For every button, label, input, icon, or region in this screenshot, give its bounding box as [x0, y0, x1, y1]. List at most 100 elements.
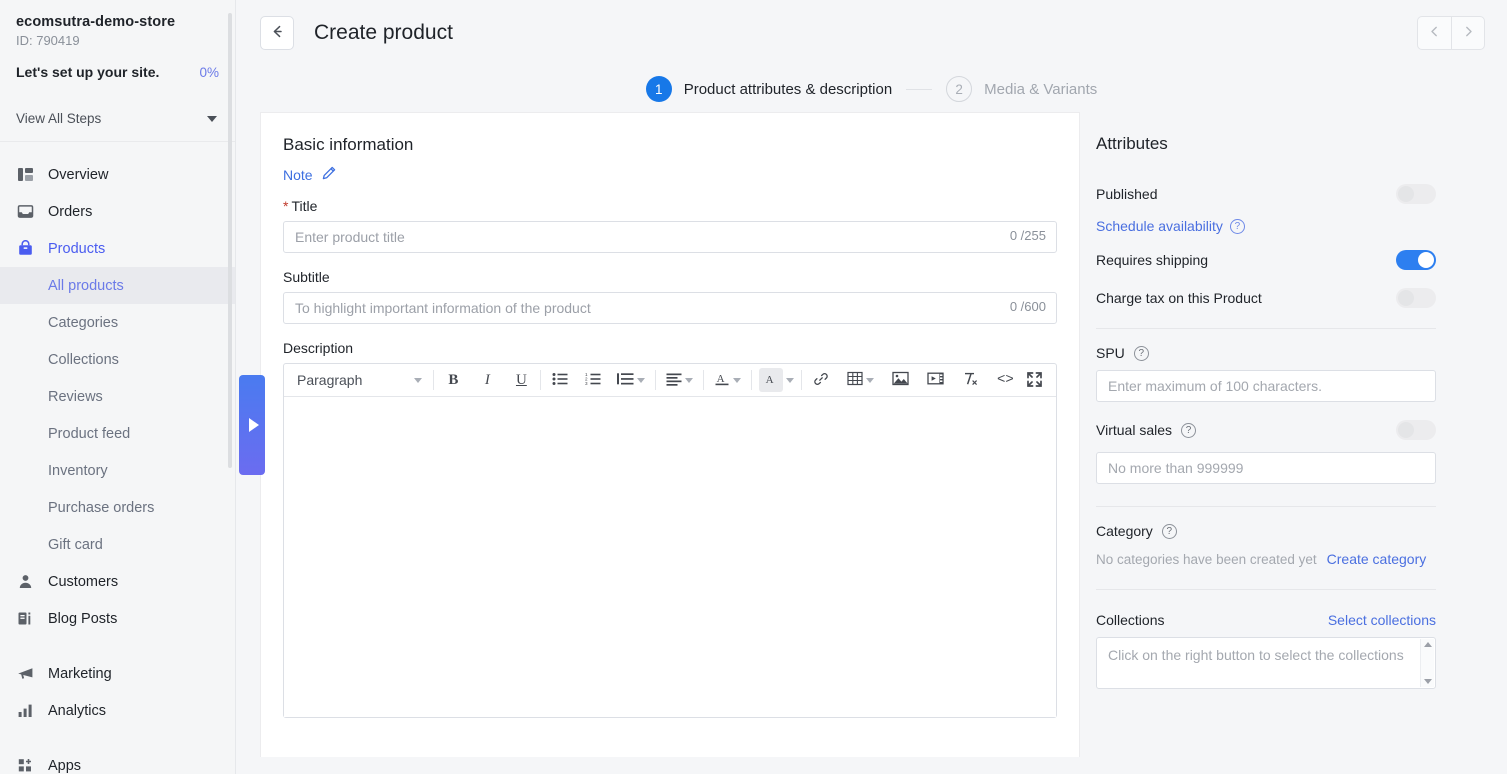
pencil-icon[interactable] — [321, 165, 337, 184]
sidebar-subitem-label: Inventory — [48, 462, 108, 479]
fullscreen-button[interactable] — [1022, 369, 1046, 393]
highlight-color-group: A — [752, 368, 801, 392]
next-button[interactable] — [1451, 16, 1485, 50]
sidebar-item-blog-posts[interactable]: Blog Posts — [0, 600, 235, 637]
link-button[interactable] — [809, 368, 833, 392]
published-toggle[interactable] — [1396, 184, 1436, 204]
help-icon[interactable]: ? — [1161, 523, 1177, 539]
sidebar-subitem-label: Purchase orders — [48, 499, 155, 516]
requires-shipping-row: Requires shipping — [1096, 246, 1436, 274]
sidebar-item-marketing[interactable]: Marketing — [0, 655, 235, 692]
sidebar-item-customers[interactable]: Customers — [0, 563, 235, 600]
description-editor-body[interactable] — [284, 397, 1056, 717]
collections-scrollbar[interactable] — [1420, 639, 1434, 687]
note-row[interactable]: Note — [283, 165, 1057, 184]
sidebar-item-analytics[interactable]: Analytics — [0, 692, 235, 729]
sidebar-subitem-all-products[interactable]: All products — [0, 267, 235, 304]
sidebar-subitem-label: Reviews — [48, 388, 103, 405]
sidebar-subitem-collections[interactable]: Collections — [0, 341, 235, 378]
subtitle-input[interactable] — [283, 292, 1057, 324]
virtual-sales-input[interactable] — [1096, 452, 1436, 484]
sidebar-subitem-product-feed[interactable]: Product feed — [0, 415, 235, 452]
setup-title: Let's set up your site. — [16, 64, 160, 80]
chevron-down-icon — [414, 377, 423, 383]
svg-text:A: A — [766, 374, 774, 386]
arrow-down-icon[interactable] — [1423, 679, 1432, 684]
title-label-text: Title — [291, 198, 318, 214]
help-icon[interactable]: ? — [1181, 422, 1197, 438]
title-field-label: * Title — [283, 198, 1057, 214]
font-color-button[interactable]: A — [711, 368, 744, 392]
sidebar-scrollbar[interactable] — [228, 13, 232, 468]
indent-button[interactable] — [614, 368, 648, 392]
main-navigation: Overview Orders Products All products Ca… — [0, 142, 235, 774]
charge-tax-toggle[interactable] — [1396, 288, 1436, 308]
required-marker: * — [283, 198, 289, 214]
step-2[interactable]: 2 Media & Variants — [946, 76, 1097, 102]
bold-icon: B — [448, 371, 459, 388]
bold-button[interactable]: B — [441, 368, 465, 392]
requires-shipping-toggle[interactable] — [1396, 250, 1436, 270]
collections-placeholder: Click on the right button to select the … — [1108, 647, 1404, 663]
block-format-select[interactable]: Paragraph — [297, 372, 426, 388]
store-name: ecomsutra-demo-store — [16, 14, 176, 30]
setup-progress-row[interactable]: Let's set up your site. 0% — [0, 48, 235, 80]
align-button[interactable] — [663, 368, 696, 392]
help-icon[interactable]: ? — [1229, 218, 1245, 234]
virtual-sales-toggle[interactable] — [1396, 420, 1436, 440]
inbox-icon — [16, 203, 34, 221]
arrow-up-icon[interactable] — [1423, 642, 1432, 647]
underline-button[interactable]: U — [509, 368, 533, 392]
block-format-value: Paragraph — [297, 372, 363, 388]
image-button[interactable] — [888, 368, 912, 392]
schedule-availability-row[interactable]: Schedule availability ? — [1096, 218, 1436, 234]
insert-group: <> — [802, 369, 1024, 391]
title-input[interactable] — [283, 221, 1057, 253]
video-button[interactable] — [923, 368, 947, 392]
table-button[interactable] — [844, 368, 877, 392]
video-icon — [927, 371, 944, 389]
source-code-button[interactable]: <> — [993, 368, 1017, 392]
collections-box[interactable]: Click on the right button to select the … — [1096, 637, 1436, 689]
sidebar-subitem-categories[interactable]: Categories — [0, 304, 235, 341]
apps-icon — [16, 757, 34, 774]
editor-toolbar: Paragraph B I U 1 2 3 A A <> — [284, 364, 1056, 397]
step-2-label: Media & Variants — [984, 80, 1098, 98]
italic-button[interactable]: I — [475, 368, 499, 392]
sidebar-collapse-handle[interactable] — [239, 375, 265, 475]
bullet-list-button[interactable] — [548, 368, 572, 392]
help-icon[interactable]: ? — [1133, 345, 1149, 361]
sidebar-subitem-purchase-orders[interactable]: Purchase orders — [0, 489, 235, 526]
spu-input[interactable] — [1096, 370, 1436, 402]
sidebar-item-products[interactable]: Products — [0, 230, 235, 267]
sidebar-subitem-gift-card[interactable]: Gift card — [0, 526, 235, 563]
create-category-link[interactable]: Create category — [1327, 551, 1427, 567]
step-1[interactable]: 1 Product attributes & description — [645, 76, 892, 102]
sidebar-item-label: Apps — [48, 757, 82, 774]
description-editor: Paragraph B I U 1 2 3 A A <> — [283, 363, 1057, 718]
content-area: Basic information Note *Title 0 /255 Sub… — [236, 112, 1507, 757]
sidebar-subitem-reviews[interactable]: Reviews — [0, 378, 235, 415]
published-row: Published — [1096, 180, 1436, 208]
virtual-sales-label-row: Virtual sales ? — [1096, 422, 1197, 438]
numbered-list-button[interactable]: 123 — [581, 368, 605, 392]
align-icon — [666, 372, 682, 389]
fullscreen-group — [1022, 369, 1046, 393]
sidebar-item-orders[interactable]: Orders — [0, 193, 235, 230]
spu-label-row: SPU ? — [1096, 345, 1436, 361]
select-collections-link[interactable]: Select collections — [1328, 612, 1436, 628]
sidebar-subitem-label: All products — [48, 277, 124, 294]
sidebar-item-overview[interactable]: Overview — [0, 156, 235, 193]
highlight-color-button[interactable]: A — [759, 368, 784, 392]
sidebar-item-apps[interactable]: Apps — [0, 747, 235, 774]
sidebar-subitem-inventory[interactable]: Inventory — [0, 452, 235, 489]
prev-button[interactable] — [1417, 16, 1451, 50]
clear-format-button[interactable] — [958, 368, 982, 392]
view-all-steps-label: View All Steps — [16, 111, 102, 126]
bar-chart-icon — [16, 702, 34, 720]
underline-icon: U — [515, 371, 527, 388]
back-button[interactable] — [260, 16, 294, 50]
toggle-knob — [1398, 422, 1414, 438]
view-all-steps-toggle[interactable]: View All Steps — [0, 96, 235, 142]
page-header: Create product — [236, 0, 1507, 66]
